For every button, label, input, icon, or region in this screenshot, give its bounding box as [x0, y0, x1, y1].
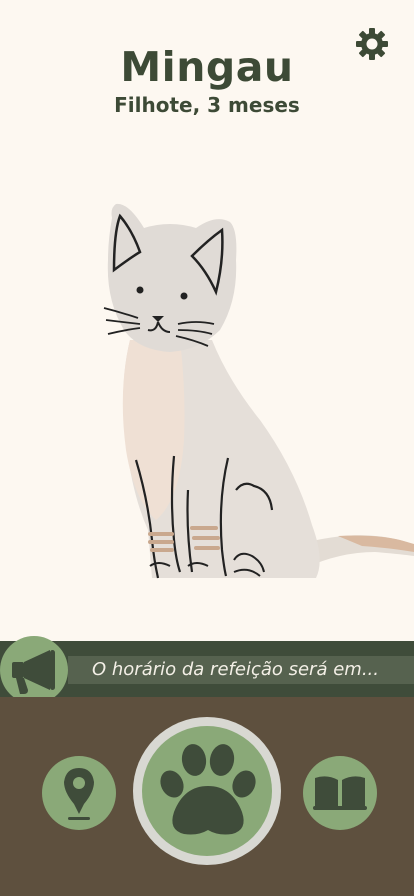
- paw-icon: [160, 744, 256, 835]
- cat-image: [103, 203, 414, 579]
- gear-icon: [356, 28, 388, 60]
- megaphone-icon: [12, 650, 55, 694]
- location-button[interactable]: [42, 756, 116, 830]
- feed-button[interactable]: [142, 726, 272, 856]
- announcement-text: O horário da refeição será em...: [92, 659, 379, 680]
- announcement-button[interactable]: [0, 636, 68, 704]
- map-pin-icon: [64, 768, 94, 820]
- pet-illustration[interactable]: [100, 200, 414, 582]
- settings-button[interactable]: [354, 26, 390, 62]
- pet-name: Mingau: [120, 43, 294, 91]
- open-book-icon: [313, 776, 367, 810]
- pet-header: Mingau Filhote, 3 meses: [0, 42, 414, 118]
- pet-age-info: Filhote, 3 meses: [114, 93, 300, 117]
- guide-button[interactable]: [303, 756, 377, 830]
